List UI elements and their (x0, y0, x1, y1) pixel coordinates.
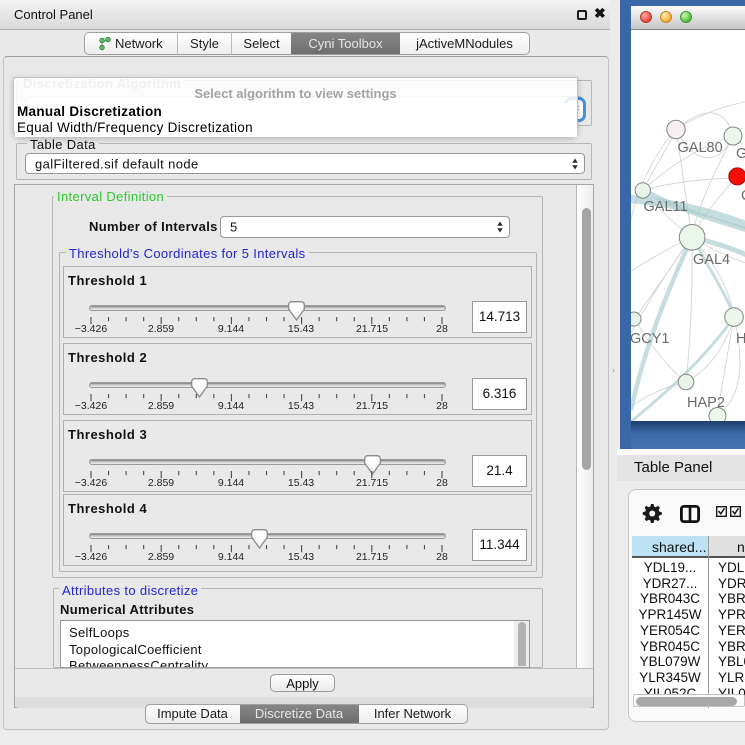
svg-text:GAL80: GAL80 (678, 140, 723, 156)
svg-text:H: H (736, 331, 745, 347)
svg-text:HAP2: HAP2 (687, 395, 725, 411)
svg-text:C: C (741, 188, 745, 204)
svg-text:GAL11: GAL11 (644, 199, 688, 215)
svg-text:GCY1: GCY1 (631, 331, 670, 347)
svg-text:G...: G... (736, 146, 745, 162)
svg-text:GAL4: GAL4 (693, 252, 730, 268)
